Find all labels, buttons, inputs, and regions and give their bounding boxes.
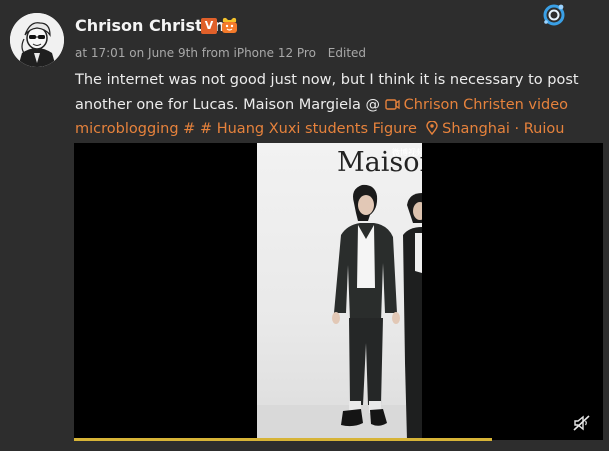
avatar[interactable] [10,13,64,67]
video-scene [257,184,422,440]
verified-badge-icon[interactable]: V [201,18,217,34]
location-pin-icon [426,121,438,135]
location-separator: · [514,121,520,137]
settings-ring-icon[interactable] [540,2,568,28]
video-frame[interactable]: Maison 微博视频 [257,143,422,440]
video-progress-bar[interactable] [74,438,492,441]
video-player[interactable]: Maison 微博视频 [74,143,603,440]
post-source: from iPhone 12 Pro [201,46,316,60]
weibo-post: Chrison Christen V at 17:01 on June 9th … [0,0,609,451]
mute-icon[interactable] [573,415,591,431]
location-name: Shanghai [442,121,510,137]
post-meta: at 17:01 on June 9th from iPhone 12 Pro … [75,46,366,60]
topic-link[interactable]: # Huang Xuxi students Figure [200,121,417,137]
video-camera-icon [384,98,400,110]
post-time[interactable]: at 17:01 on June 9th [75,46,198,60]
fan-badge-icon[interactable] [220,16,239,34]
edited-label[interactable]: Edited [328,46,366,60]
